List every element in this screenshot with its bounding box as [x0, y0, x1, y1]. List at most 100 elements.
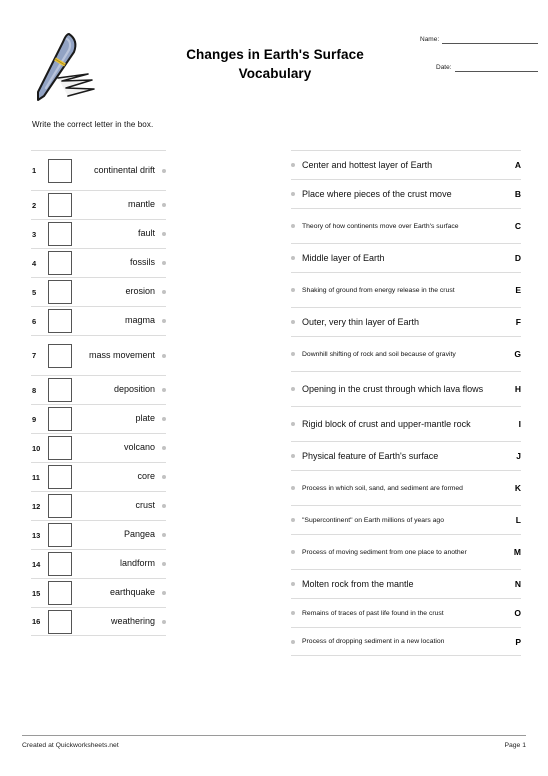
match-dot-icon[interactable]: [291, 387, 295, 391]
definition-letter: L: [515, 515, 521, 525]
term-number: 10: [32, 443, 41, 453]
match-dot-icon[interactable]: [291, 320, 295, 324]
match-dot-icon[interactable]: [291, 639, 295, 644]
term-row: 8 deposition: [31, 375, 166, 404]
answer-box[interactable]: [48, 407, 72, 431]
match-dot-icon[interactable]: [162, 388, 166, 392]
definition-text: "Supercontinent" on Earth millions of ye…: [302, 516, 444, 524]
instruction-text: Write the correct letter in the box.: [32, 120, 154, 129]
definition-row: Process in which soil, sand, and sedimen…: [291, 470, 521, 505]
match-dot-icon[interactable]: [291, 486, 295, 490]
term-number: 9: [32, 414, 37, 424]
definition-letter: N: [514, 579, 521, 589]
definition-letter: H: [514, 384, 521, 394]
term-row: 1 continental drift: [31, 150, 166, 190]
definition-row: Process of moving sediment from one plac…: [291, 534, 521, 569]
match-dot-icon[interactable]: [162, 417, 166, 421]
definition-row: Downhill shifting of rock and soil becau…: [291, 336, 521, 371]
definition-text: Physical feature of Earth's surface: [302, 451, 439, 461]
term-label: mass movement: [88, 349, 155, 360]
definition-row: Physical feature of Earth's surface J: [291, 441, 521, 470]
answer-box[interactable]: [48, 251, 72, 275]
term-number: 4: [32, 258, 37, 268]
match-dot-icon[interactable]: [162, 562, 166, 566]
match-dot-icon[interactable]: [291, 224, 295, 228]
answer-box[interactable]: [48, 343, 72, 368]
match-dot-icon[interactable]: [162, 232, 166, 236]
match-dot-icon[interactable]: [162, 203, 166, 207]
answer-box[interactable]: [48, 494, 72, 518]
match-dot-icon[interactable]: [291, 256, 295, 260]
term-row: 13 Pangea: [31, 520, 166, 549]
match-dot-icon[interactable]: [162, 591, 166, 595]
match-dot-icon[interactable]: [291, 192, 295, 196]
term-label: erosion: [125, 286, 155, 297]
match-dot-icon[interactable]: [162, 319, 166, 323]
term-label: mantle: [127, 199, 155, 210]
page-footer: Created at Quickworksheets.net Page 1: [22, 735, 526, 749]
match-dot-icon[interactable]: [291, 550, 295, 554]
terms-column: 1 continental drift 2 mantle 3 fault 4 fossils 5…: [31, 150, 166, 636]
definition-row: Rigid block of crust and upper-mantle ro…: [291, 406, 521, 441]
term-label: landform: [119, 558, 155, 569]
term-row: 4 fossils: [31, 248, 166, 277]
match-dot-icon[interactable]: [162, 290, 166, 294]
term-row: 6 magma: [31, 306, 166, 335]
definition-row: Remains of traces of past life found in …: [291, 598, 521, 627]
match-dot-icon[interactable]: [162, 504, 166, 508]
answer-box[interactable]: [48, 378, 72, 402]
term-label: Pangea: [123, 529, 155, 540]
answer-box[interactable]: [48, 158, 72, 183]
answer-box[interactable]: [48, 609, 72, 634]
answer-box[interactable]: [48, 222, 72, 246]
definition-row: Theory of how continents move over Earth…: [291, 208, 521, 243]
definition-letter: P: [515, 636, 521, 647]
term-row: 16 weathering: [31, 607, 166, 636]
definition-row: Center and hottest layer of Earth A: [291, 150, 521, 179]
definition-text: Molten rock from the mantle: [302, 579, 414, 589]
match-dot-icon[interactable]: [162, 446, 166, 450]
definition-row: Opening in the crust through which lava …: [291, 371, 521, 406]
date-field-row: Date:: [420, 64, 538, 72]
term-label: fossils: [129, 257, 155, 268]
answer-box[interactable]: [48, 523, 72, 547]
match-dot-icon[interactable]: [162, 619, 166, 624]
term-number: 2: [32, 200, 37, 210]
definition-letter: B: [514, 189, 521, 199]
answer-box[interactable]: [48, 581, 72, 605]
definition-row: Outer, very thin layer of Earth F: [291, 307, 521, 336]
match-dot-icon[interactable]: [291, 288, 295, 292]
fountain-pen-writing-icon: [22, 26, 106, 108]
definition-text: Place where pieces of the crust move: [302, 189, 452, 199]
answer-box[interactable]: [48, 280, 72, 304]
term-number: 12: [32, 501, 41, 511]
term-number: 6: [32, 316, 37, 326]
term-number: 16: [32, 617, 41, 626]
definition-letter: D: [514, 253, 521, 263]
match-dot-icon[interactable]: [162, 261, 166, 265]
name-input-line[interactable]: [442, 36, 538, 44]
answer-box[interactable]: [48, 552, 72, 576]
match-dot-icon[interactable]: [291, 422, 295, 426]
definition-row: Shaking of ground from energy release in…: [291, 272, 521, 307]
match-dot-icon[interactable]: [162, 475, 166, 479]
match-dot-icon[interactable]: [291, 582, 295, 586]
match-dot-icon[interactable]: [162, 353, 166, 358]
answer-box[interactable]: [48, 436, 72, 460]
match-dot-icon[interactable]: [162, 533, 166, 537]
title-line-1: Changes in Earth's Surface: [186, 47, 364, 62]
match-dot-icon[interactable]: [291, 163, 295, 167]
answer-box[interactable]: [48, 465, 72, 489]
date-input-line[interactable]: [454, 64, 538, 72]
match-dot-icon[interactable]: [291, 611, 295, 615]
match-dot-icon[interactable]: [291, 454, 295, 458]
match-dot-icon[interactable]: [291, 352, 295, 356]
term-label: magma: [124, 315, 155, 326]
answer-box[interactable]: [48, 309, 72, 333]
match-dot-icon[interactable]: [162, 168, 166, 173]
term-label: plate: [135, 413, 155, 424]
definition-row: Place where pieces of the crust move B: [291, 179, 521, 208]
match-dot-icon[interactable]: [291, 518, 295, 522]
definition-text: Middle layer of Earth: [302, 253, 385, 263]
answer-box[interactable]: [48, 193, 72, 217]
